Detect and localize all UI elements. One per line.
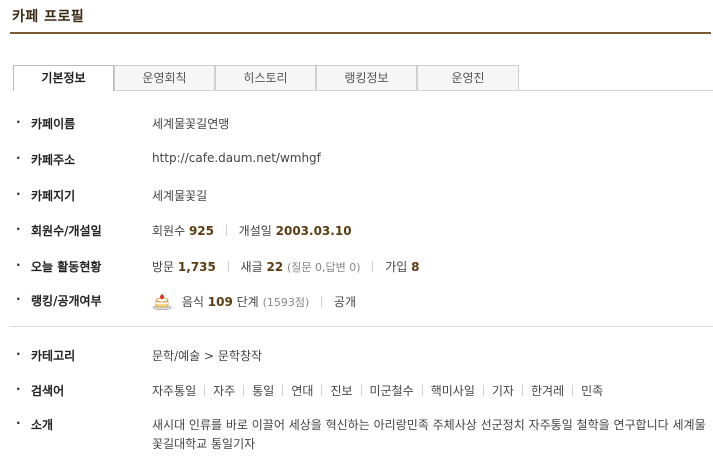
separator [321,385,323,396]
ranking-label: 랭킹/공개여부 [31,294,102,308]
separator [360,385,362,396]
separator [372,261,374,272]
activity-label: 오늘 활동현황 [31,260,102,274]
category-link[interactable]: 문학/예술 > 문학창작 [152,347,262,364]
separator [227,261,229,272]
keyword-link[interactable]: 연대 [291,384,313,398]
ranking-value: 음식 109 단계 (1593점) 공개 [152,292,356,310]
cafe-url-link[interactable]: http://cafe.daum.net/wmhgf [152,151,321,165]
tab-rules[interactable]: 운영회칙 [114,65,215,90]
separator [521,385,523,396]
activity-value: 방문 1,735 새글 22 (질문 0,답변 0) 가입 8 [152,258,420,275]
bullet: · [16,115,21,129]
post-count: 22 [266,260,284,274]
cake-icon [152,293,172,310]
bullet: · [16,382,21,396]
cafe-name-value: 세계물꽃길연맹 [152,117,230,131]
tab-basic-info[interactable]: 기본정보 [13,65,114,91]
separator [572,385,574,396]
keyword-link[interactable]: 진보 [330,384,352,398]
open-date-prefix: 개설일 [238,224,272,238]
cafe-manager-link[interactable]: 세계물꽃길 [152,187,207,204]
keyword-link[interactable]: 통일 [252,384,274,398]
separator [321,296,323,307]
join-count: 8 [411,260,420,274]
tab-ranking[interactable]: 랭킹정보 [316,65,417,90]
separator [421,385,423,396]
members-count: 925 [188,224,215,238]
members-label: 회원수/개설일 [31,224,102,238]
keyword-link[interactable]: 민족 [581,384,603,398]
keyword-link[interactable]: 자주 [213,384,235,398]
bullet: · [16,222,21,236]
rank-points: (1593점) [262,296,310,309]
bullet: · [16,258,21,272]
visit-prefix: 방문 [152,260,175,274]
bullet: · [16,187,21,201]
category-label: 카테고리 [31,349,76,363]
cafe-url-label: 카페주소 [31,153,76,167]
keyword-link[interactable]: 자주통일 [152,384,196,398]
keyword-link[interactable]: 기자 [492,384,514,398]
separator [225,225,227,236]
bullet: · [16,416,21,430]
profile-tabs: 기본정보 운영회칙 히스토리 랭킹정보 운영진 [13,65,713,91]
visit-count: 1,735 [177,260,216,274]
cafe-name-label: 카페이름 [31,117,76,131]
title-divider [10,32,711,34]
post-prefix: 새글 [240,260,263,274]
keyword-link[interactable]: 핵미사일 [431,384,475,398]
members-prefix: 회원수 [152,224,186,238]
cafe-manager-label: 카페지기 [31,189,76,203]
join-prefix: 가입 [385,260,408,274]
rank-number: 109 [207,295,233,309]
page-title: 카페 프로필 [12,9,85,25]
tab-baseline [13,90,713,91]
keywords-label: 검색어 [31,384,65,398]
rank-suffix: 단계 [236,295,259,309]
bullet: · [16,292,21,306]
open-date: 2003.03.10 [275,224,352,238]
section-divider [10,326,713,327]
tab-history[interactable]: 히스토리 [215,65,316,90]
post-detail: (질문 0,답변 0) [287,261,361,274]
rank-category: 음식 [181,295,204,309]
bullet: · [16,151,21,165]
separator [204,385,206,396]
separator [482,385,484,396]
bullet: · [16,347,21,361]
keywords-list: 자주통일 자주 통일 연대 진보 미군철수 핵미사일 기자 한겨레 민족 [152,382,603,399]
separator [282,385,284,396]
members-value: 회원수 925 개설일 2003.03.10 [152,222,352,239]
separator [243,385,245,396]
intro-label: 소개 [31,418,54,432]
keyword-link[interactable]: 미군철수 [370,384,414,398]
visibility-value: 공개 [333,295,357,309]
keyword-link[interactable]: 한겨레 [531,384,564,398]
intro-text: 새시대 인류를 바로 이끌어 세상을 혁신하는 아리랑민족 주체사상 선군정치 … [152,418,706,451]
tab-staff[interactable]: 운영진 [417,65,519,90]
